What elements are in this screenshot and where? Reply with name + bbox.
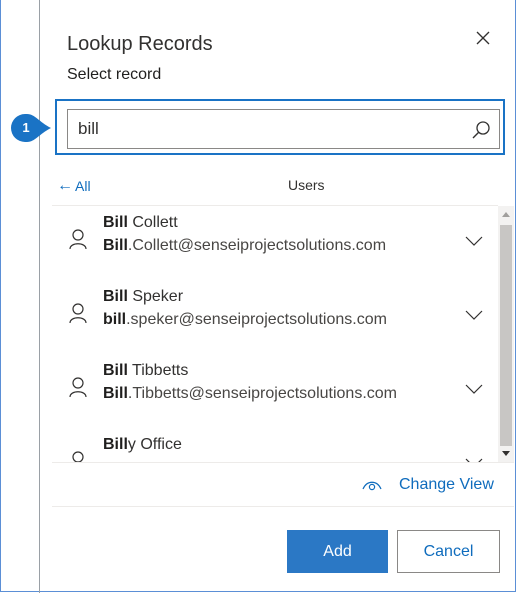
arrow-left-icon: ← bbox=[57, 177, 73, 194]
close-icon[interactable] bbox=[472, 27, 494, 49]
record-item[interactable]: Bill Speker bill.speker@senseiprojectsol… bbox=[52, 280, 496, 352]
left-divider bbox=[39, 0, 40, 593]
record-name: Bill Speker bbox=[103, 288, 184, 305]
dialog-subtitle: Select record bbox=[67, 66, 162, 83]
person-icon bbox=[69, 229, 87, 250]
change-view-label: Change View bbox=[399, 476, 494, 493]
record-email: bill.speker@senseiprojectsolutions.com bbox=[103, 311, 387, 328]
record-name: Bill Tibbetts bbox=[103, 362, 189, 379]
list-scrollbar[interactable] bbox=[498, 206, 514, 462]
back-to-all-link[interactable]: ← All bbox=[57, 177, 91, 195]
chevron-down-icon[interactable] bbox=[464, 234, 484, 248]
step-badge-number: 1 bbox=[22, 120, 30, 135]
scroll-down-icon[interactable] bbox=[498, 448, 514, 458]
dialog-title: Lookup Records bbox=[67, 33, 213, 55]
cancel-button[interactable]: Cancel bbox=[397, 530, 500, 573]
add-button[interactable]: Add bbox=[287, 530, 388, 573]
record-name: Bill Collett bbox=[103, 214, 178, 231]
scroll-thumb[interactable] bbox=[500, 225, 512, 446]
record-email: Bill.Collett@senseiprojectsolutions.com bbox=[103, 237, 387, 254]
chevron-down-icon[interactable] bbox=[464, 382, 484, 396]
search-icon[interactable] bbox=[470, 119, 492, 141]
record-email: Bill.Tibbetts@senseiprojectsolutions.com bbox=[103, 385, 397, 402]
chevron-down-icon[interactable] bbox=[464, 308, 484, 322]
list-header: Users bbox=[288, 177, 325, 193]
search-box bbox=[67, 109, 500, 149]
search-input[interactable] bbox=[78, 110, 448, 148]
record-item[interactable]: Bill Tibbetts Bill.Tibbetts@senseiprojec… bbox=[52, 354, 496, 426]
eye-icon bbox=[362, 481, 382, 491]
change-view-link[interactable]: Change View bbox=[362, 476, 494, 494]
person-icon bbox=[69, 377, 87, 398]
record-item[interactable]: Bill Collett Bill.Collett@senseiprojects… bbox=[52, 206, 496, 278]
record-item[interactable]: Billy Office bbox=[52, 428, 496, 462]
person-icon bbox=[72, 451, 84, 462]
back-all-label: All bbox=[75, 178, 91, 194]
record-name: Billy Office bbox=[103, 436, 182, 453]
person-icon bbox=[69, 303, 87, 324]
scroll-up-icon[interactable] bbox=[498, 210, 514, 220]
footer-divider bbox=[52, 506, 514, 507]
list-bottom-divider bbox=[52, 462, 514, 463]
records-list: Bill Collett Bill.Collett@senseiprojects… bbox=[52, 206, 496, 462]
